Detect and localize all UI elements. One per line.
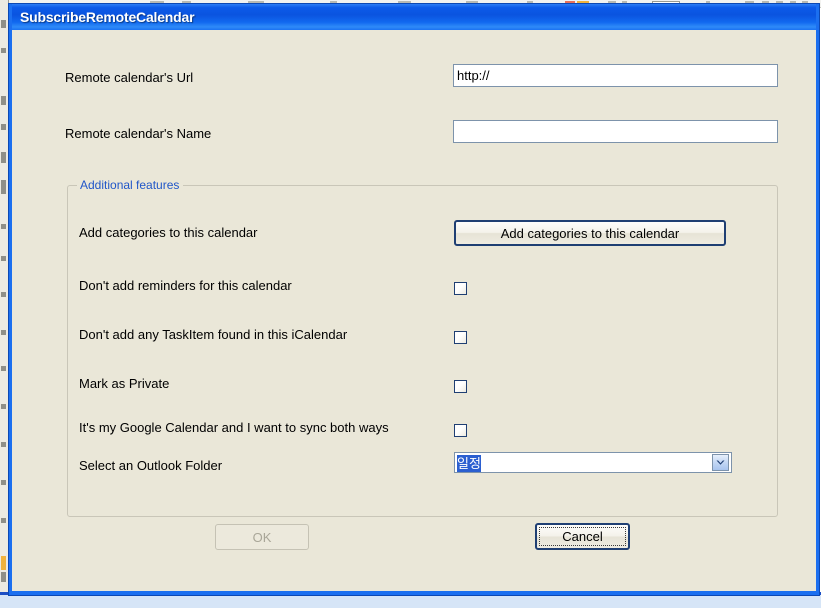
additional-features-legend: Additional features — [77, 178, 184, 192]
cancel-button[interactable]: Cancel — [535, 523, 630, 550]
remote-url-label: Remote calendar's Url — [65, 70, 194, 85]
outlook-folder-label: Select an Outlook Folder — [79, 458, 223, 473]
outlook-folder-combobox[interactable]: 일정 — [454, 452, 732, 473]
chevron-down-icon[interactable] — [712, 454, 729, 471]
mark-as-private-label: Mark as Private — [79, 376, 170, 391]
ok-button[interactable]: OK — [215, 524, 309, 550]
remote-name-label: Remote calendar's Name — [65, 126, 212, 141]
dialog-titlebar[interactable]: SubscribeRemoteCalendar — [12, 4, 816, 30]
dialog-title: SubscribeRemoteCalendar — [20, 9, 195, 25]
google-sync-label: It's my Google Calendar and I want to sy… — [79, 420, 389, 435]
no-reminders-checkbox[interactable] — [454, 282, 467, 295]
dialog-client-area: Remote calendar's Url http:// Remote cal… — [12, 30, 816, 591]
mark-as-private-checkbox[interactable] — [454, 380, 467, 393]
outlook-folder-selected-value: 일정 — [455, 453, 712, 472]
no-taskitem-label: Don't add any TaskItem found in this iCa… — [79, 327, 348, 342]
remote-name-input[interactable] — [453, 120, 778, 143]
no-reminders-label: Don't add reminders for this calendar — [79, 278, 292, 293]
add-categories-to-this-calendar-button[interactable]: Add categories to this calendar — [454, 220, 726, 246]
outlook-folder-selected-text: 일정 — [457, 455, 481, 472]
add-categories-label: Add categories to this calendar — [79, 225, 258, 240]
focus-rectangle — [539, 527, 626, 546]
remote-url-input[interactable]: http:// — [453, 64, 778, 87]
google-sync-checkbox[interactable] — [454, 424, 467, 437]
no-taskitem-checkbox[interactable] — [454, 331, 467, 344]
subscribe-remote-calendar-dialog: SubscribeRemoteCalendar Remote calendar'… — [8, 3, 820, 596]
